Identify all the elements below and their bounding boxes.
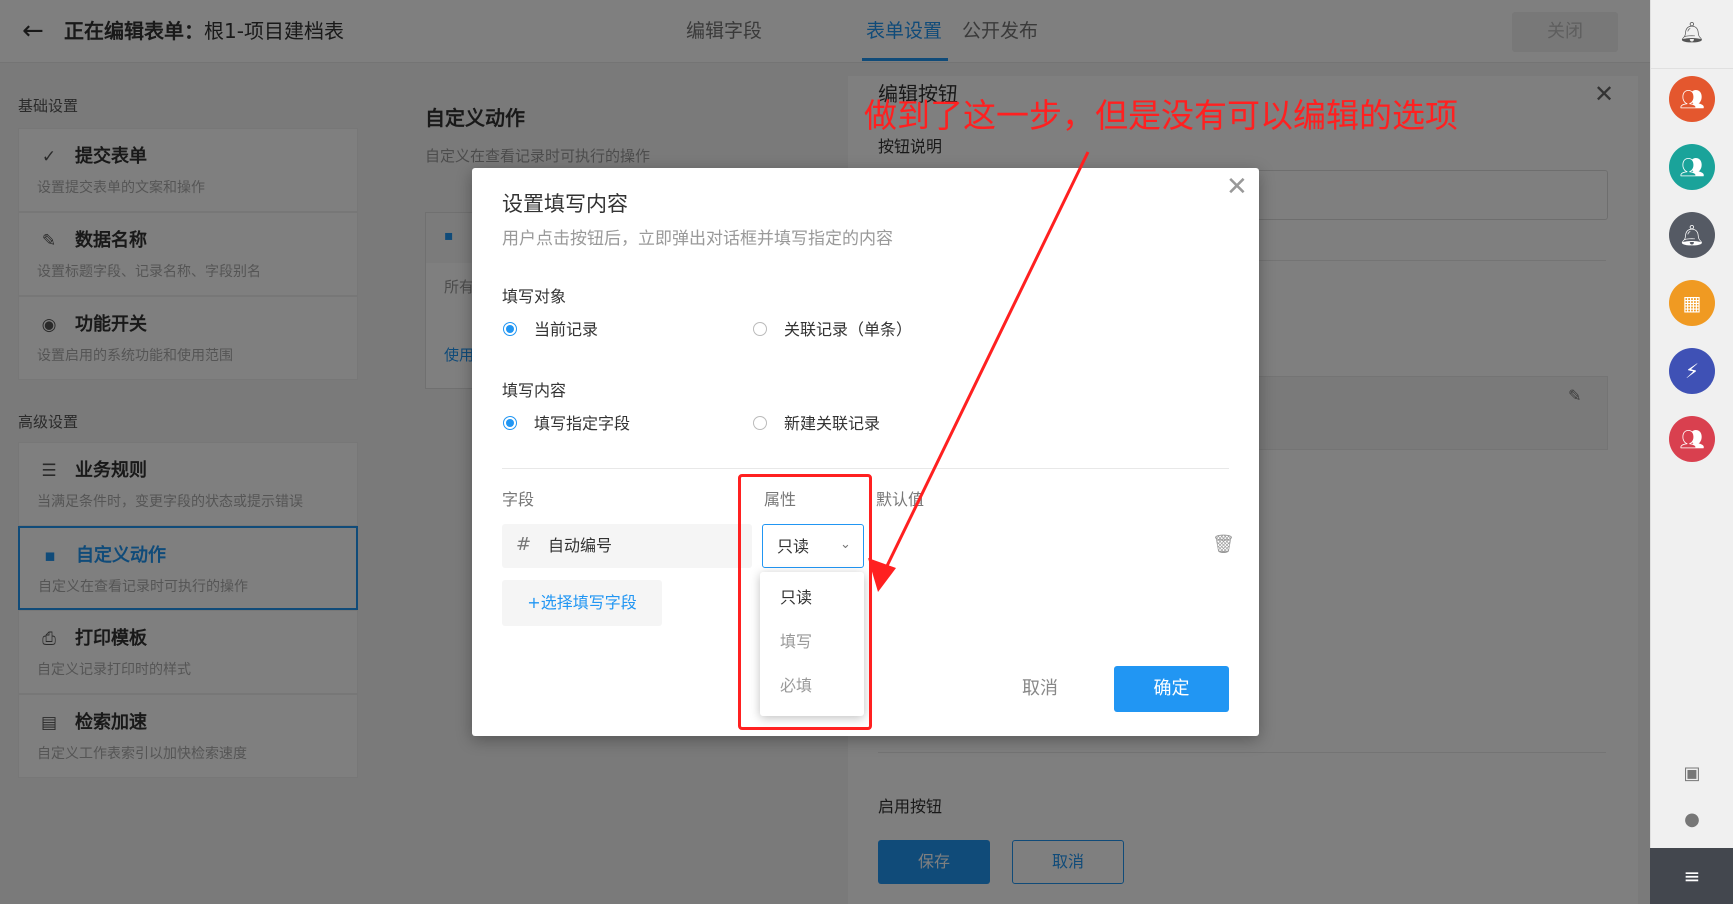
contact-icon[interactable]: ▣ <box>1678 760 1706 788</box>
trash-icon[interactable]: 🗑︎ <box>1212 534 1235 556</box>
annotation-text: 做到了这一步，但是没有可以编辑的选项 <box>864 96 1458 135</box>
chat-icon[interactable]: ● <box>1678 806 1706 834</box>
column-header-field: 字段 <box>502 490 535 509</box>
radio-related-record[interactable] <box>753 322 767 336</box>
field-row <box>502 524 752 568</box>
rail-divider <box>1650 68 1733 69</box>
radio-label: 当前记录 <box>534 320 599 339</box>
column-header-default: 默认值 <box>876 490 925 509</box>
field-name: 自动编号 <box>548 536 613 555</box>
close-icon[interactable]: ✕ <box>1226 172 1248 202</box>
bell-icon[interactable]: 🔔︎ <box>1678 18 1706 46</box>
fill-target-label: 填写对象 <box>502 287 567 306</box>
radio-new-related-record[interactable] <box>753 416 767 430</box>
radio-label: 关联记录（单条） <box>784 320 913 339</box>
dialog-divider <box>502 468 1229 469</box>
dialog-title: 设置填写内容 <box>502 192 628 216</box>
dialog-desc: 用户点击按钮后，立即弹出对话框并填写指定的内容 <box>502 229 893 249</box>
app-icon-1[interactable]: 👥︎ <box>1669 76 1715 122</box>
app-icon-lightning[interactable]: ⚡︎ <box>1669 348 1715 394</box>
hash-icon: # <box>516 534 532 555</box>
collapse-menu-icon[interactable]: ≡ <box>1678 862 1706 890</box>
dialog-ok-button[interactable]: 确定 <box>1114 666 1229 712</box>
radio-label: 新建关联记录 <box>784 414 881 433</box>
app-icon-bell[interactable]: 🔔︎ <box>1669 212 1715 258</box>
app-icon-3[interactable]: 👥︎ <box>1669 416 1715 462</box>
add-fill-field-button[interactable]: +选择填写字段 <box>502 580 662 626</box>
annotation-highlight-box <box>738 474 872 730</box>
app-icon-2[interactable]: 👥︎ <box>1669 144 1715 190</box>
dialog-cancel-button[interactable]: 取消 <box>1010 670 1070 708</box>
app-icon-grid[interactable]: ▦ <box>1669 280 1715 326</box>
fill-content-label: 填写内容 <box>502 381 567 400</box>
radio-label: 填写指定字段 <box>534 414 631 433</box>
radio-fill-fields[interactable] <box>503 416 517 430</box>
radio-current-record[interactable] <box>503 322 517 336</box>
